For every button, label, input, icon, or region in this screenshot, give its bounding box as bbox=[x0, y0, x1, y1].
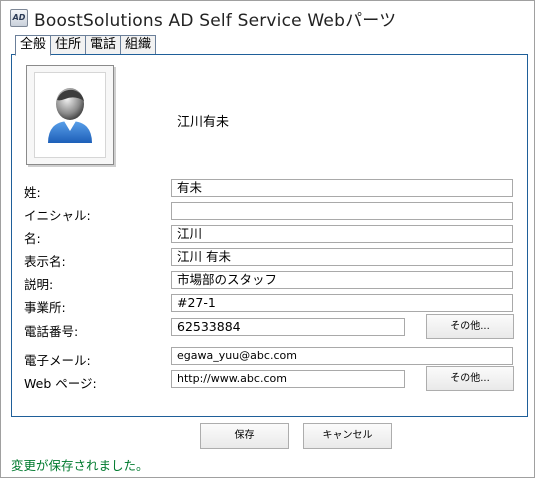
phone-label: 電話番号: bbox=[24, 324, 79, 339]
web-page-field[interactable]: http://www.abc.com bbox=[171, 370, 405, 388]
initials-label: イニシャル: bbox=[24, 208, 91, 223]
tab-general[interactable]: 全般 bbox=[15, 35, 52, 56]
first-name-label: 名: bbox=[24, 231, 41, 246]
field-row-last-name: 姓: 有未 bbox=[12, 179, 527, 200]
field-row-email: 電子メール: egawa_yuu@abc.com bbox=[12, 347, 527, 368]
user-avatar-icon bbox=[34, 72, 106, 158]
webpart-frame: AD BoostSolutions AD Self Service Webパーツ… bbox=[0, 0, 535, 478]
window-title: BoostSolutions AD Self Service Webパーツ bbox=[34, 10, 397, 31]
cancel-button[interactable]: キャンセル bbox=[303, 423, 392, 449]
tab-address[interactable]: 住所 bbox=[50, 35, 87, 55]
display-name-label: 表示名: bbox=[24, 254, 66, 269]
description-field[interactable]: 市場部のスタッフ bbox=[171, 271, 513, 289]
save-button[interactable]: 保存 bbox=[200, 423, 289, 449]
description-label: 説明: bbox=[24, 277, 54, 292]
display-name-field[interactable]: 江川 有未 bbox=[171, 248, 513, 266]
field-row-initials: イニシャル: bbox=[12, 202, 527, 223]
phone-field[interactable]: 62533884 bbox=[171, 318, 405, 336]
tab-strip: 全般 住所 電話 組織 bbox=[15, 35, 157, 56]
field-row-description: 説明: 市場部のスタッフ bbox=[12, 271, 527, 292]
status-message: 変更が保存されました。 bbox=[11, 458, 149, 473]
email-field[interactable]: egawa_yuu@abc.com bbox=[171, 347, 513, 365]
phone-other-button[interactable]: その他... bbox=[426, 314, 514, 339]
office-label: 事業所: bbox=[24, 300, 66, 315]
tab-phone[interactable]: 電話 bbox=[85, 35, 122, 55]
ad-app-icon: AD bbox=[10, 9, 28, 27]
email-label: 電子メール: bbox=[24, 353, 91, 368]
last-name-label: 姓: bbox=[24, 185, 41, 200]
field-row-phone: 電話番号: 62533884 その他... bbox=[12, 314, 527, 339]
general-panel: 江川有未 姓: 有未 イニシャル: 名: 江川 表示名: 江川 有未 説明: 市… bbox=[11, 54, 528, 417]
initials-field[interactable] bbox=[171, 202, 513, 220]
field-row-display-name: 表示名: 江川 有未 bbox=[12, 248, 527, 269]
display-name: 江川有未 bbox=[177, 115, 230, 130]
title-bar: AD BoostSolutions AD Self Service Webパーツ bbox=[10, 6, 397, 31]
field-row-first-name: 名: 江川 bbox=[12, 225, 527, 246]
web-page-label: Web ページ: bbox=[24, 376, 97, 391]
office-field[interactable]: #27-1 bbox=[171, 294, 513, 312]
field-row-office: 事業所: #27-1 bbox=[12, 294, 527, 315]
web-page-other-button[interactable]: その他... bbox=[426, 366, 514, 391]
user-photo[interactable] bbox=[26, 65, 114, 165]
first-name-field[interactable]: 江川 bbox=[171, 225, 513, 243]
tab-organization[interactable]: 組織 bbox=[120, 35, 157, 55]
field-row-web-page: Web ページ: http://www.abc.com その他... bbox=[12, 366, 527, 391]
last-name-field[interactable]: 有未 bbox=[171, 179, 513, 197]
